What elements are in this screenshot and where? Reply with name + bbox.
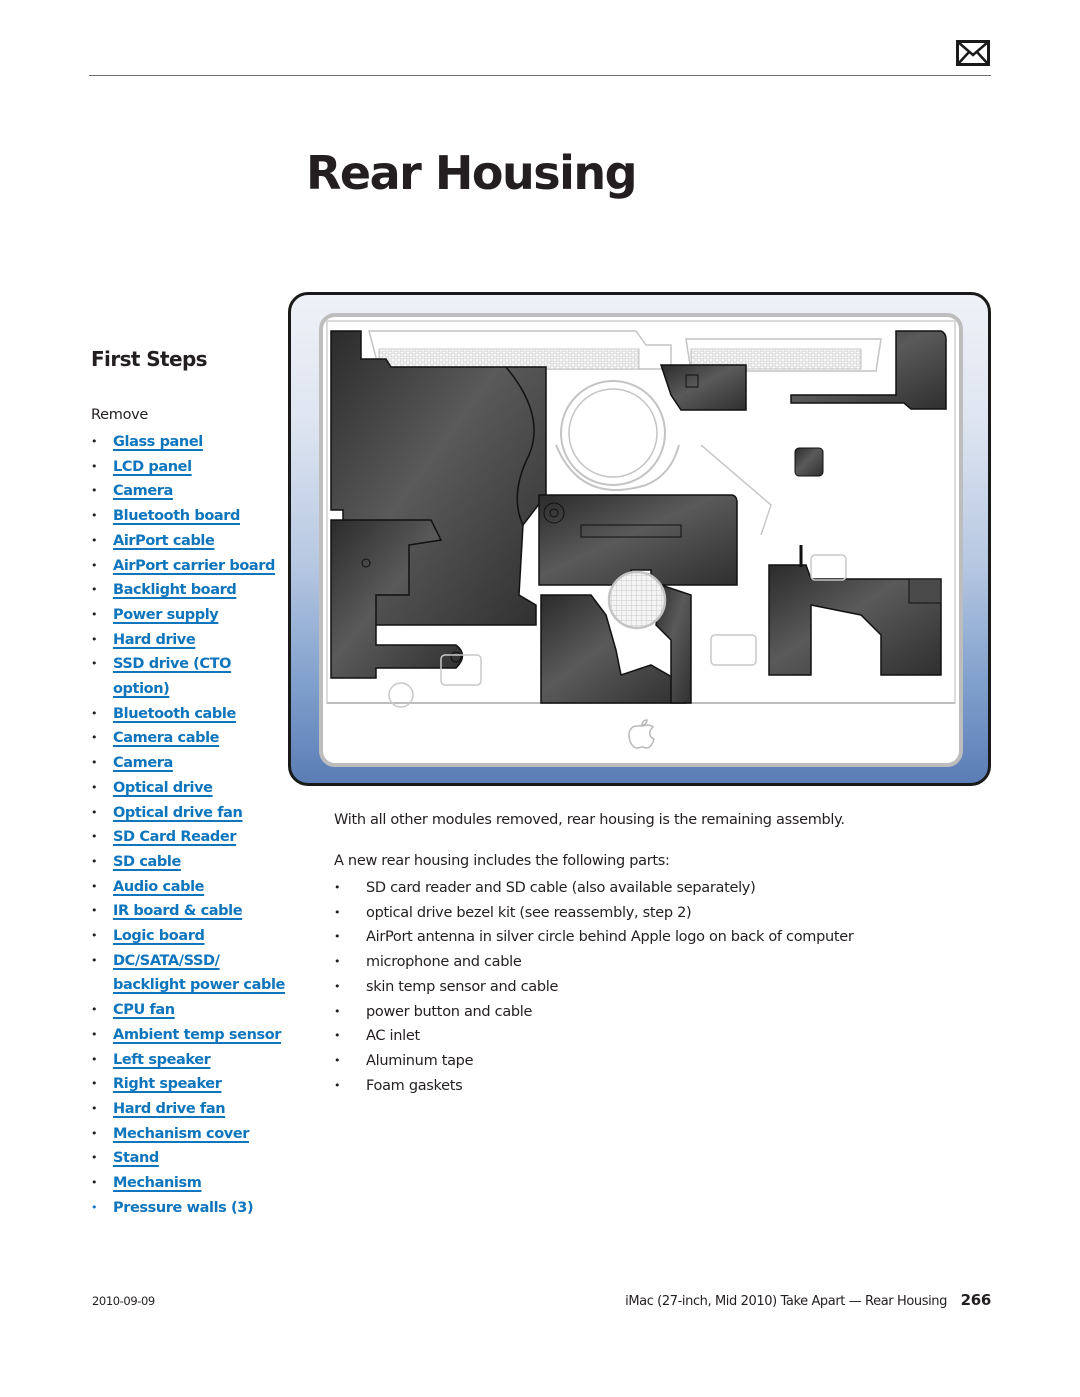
step-list-item: Audio cable (91, 875, 285, 900)
step-link[interactable]: Stand (113, 1150, 159, 1166)
step-list-item: Optical drive (91, 776, 285, 801)
step-link[interactable]: AirPort cable (113, 533, 215, 549)
step-link-continued[interactable]: backlight power cable (113, 977, 285, 993)
step-link[interactable]: Hard drive (113, 632, 196, 648)
step-link[interactable]: SD Card Reader (113, 829, 236, 845)
step-link[interactable]: Right speaker (113, 1076, 222, 1092)
part-list-item: microphone and cable (334, 950, 854, 975)
step-link[interactable]: Camera cable (113, 730, 220, 746)
step-list-item: IR board & cable (91, 899, 285, 924)
step-link[interactable]: Optical drive (113, 780, 213, 796)
parts-lead-text: A new rear housing includes the followin… (334, 853, 670, 869)
step-list-item: SD Card Reader (91, 825, 285, 850)
step-link[interactable]: IR board & cable (113, 903, 243, 919)
step-link[interactable]: Backlight board (113, 582, 237, 598)
step-list-item: Glass panel (91, 430, 285, 455)
remove-label: Remove (91, 407, 149, 423)
part-list-item: power button and cable (334, 1000, 854, 1025)
removal-steps-list: Glass panel LCD panel Camera Bluetooth boar… (91, 430, 285, 1221)
step-list-item: Camera (91, 751, 285, 776)
envelope-icon[interactable] (956, 40, 990, 66)
step-link-continued[interactable]: option) (113, 681, 170, 697)
step-list-item: Pressure walls (3) (91, 1196, 285, 1221)
intro-text: With all other modules removed, rear hou… (334, 812, 845, 828)
step-list-item: LCD panel (91, 455, 285, 480)
step-list-item: Power supply (91, 603, 285, 628)
step-link[interactable]: SSD drive (CTO (113, 656, 231, 672)
included-parts-list: SD card reader and SD cable (also availa… (334, 876, 854, 1098)
step-link[interactable]: Ambient temp sensor (113, 1027, 281, 1043)
part-list-item: skin temp sensor and cable (334, 975, 854, 1000)
step-link[interactable]: DC/SATA/SSD/ (113, 953, 220, 969)
footer-doc-title: iMac (27-inch, Mid 2010) Take Apart — Re… (625, 1294, 947, 1309)
step-link[interactable]: Bluetooth board (113, 508, 240, 524)
step-list-item: DC/SATA/SSD/backlight power cable (91, 949, 285, 998)
step-link[interactable]: Optical drive fan (113, 805, 243, 821)
page-title: Rear Housing (306, 146, 638, 200)
step-list-item: Left speaker (91, 1048, 285, 1073)
step-list-item: Ambient temp sensor (91, 1023, 285, 1048)
page-number: 266 (960, 1291, 992, 1309)
rear-housing-illustration (288, 292, 991, 786)
part-list-item: Aluminum tape (334, 1049, 854, 1074)
step-link[interactable]: Power supply (113, 607, 219, 623)
step-list-item: Camera cable (91, 726, 285, 751)
first-steps-heading: First Steps (91, 347, 208, 371)
step-list-item: SD cable (91, 850, 285, 875)
part-list-item: optical drive bezel kit (see reassembly,… (334, 901, 854, 926)
step-list-item: Mechanism cover (91, 1122, 285, 1147)
footer-date: 2010-09-09 (92, 1294, 155, 1308)
step-list-item: Hard drive (91, 628, 285, 653)
part-list-item: AC inlet (334, 1024, 854, 1049)
step-link[interactable]: Glass panel (113, 434, 203, 450)
step-link[interactable]: CPU fan (113, 1002, 175, 1018)
part-list-item: SD card reader and SD cable (also availa… (334, 876, 854, 901)
part-list-item: AirPort antenna in silver circle behind … (334, 925, 854, 950)
step-list-item: Right speaker (91, 1072, 285, 1097)
step-link[interactable]: Camera (113, 755, 173, 771)
step-link[interactable]: Audio cable (113, 879, 204, 895)
step-link[interactable]: Hard drive fan (113, 1101, 226, 1117)
step-list-item: SSD drive (CTO option) (91, 652, 285, 701)
step-list-item: Optical drive fan (91, 801, 285, 826)
part-list-item: Foam gaskets (334, 1074, 854, 1099)
step-link[interactable]: LCD panel (113, 459, 192, 475)
step-list-item: Hard drive fan (91, 1097, 285, 1122)
step-list-item: AirPort carrier board (91, 554, 285, 579)
step-list-item: Camera (91, 479, 285, 504)
step-list-item: Mechanism (91, 1171, 285, 1196)
step-link[interactable]: Logic board (113, 928, 205, 944)
right-sensor-block (794, 447, 824, 477)
step-list-item: AirPort cable (91, 529, 285, 554)
step-link[interactable]: Left speaker (113, 1052, 211, 1068)
header-rule (89, 75, 991, 76)
step-list-item: Bluetooth board (91, 504, 285, 529)
step-label: Pressure walls (3) (113, 1199, 254, 1216)
step-list-item: Backlight board (91, 578, 285, 603)
center-mesh-grille (607, 570, 667, 630)
step-link[interactable]: Camera (113, 483, 173, 499)
step-link[interactable]: AirPort carrier board (113, 558, 275, 574)
step-list-item: Logic board (91, 924, 285, 949)
step-link[interactable]: Mechanism (113, 1175, 202, 1191)
step-link[interactable]: SD cable (113, 854, 181, 870)
step-list-item: CPU fan (91, 998, 285, 1023)
rear-housing-drawing (319, 313, 963, 767)
step-link[interactable]: Bluetooth cable (113, 706, 236, 722)
step-link[interactable]: Mechanism cover (113, 1126, 249, 1142)
step-list-item: Stand (91, 1146, 285, 1171)
step-list-item: Bluetooth cable (91, 702, 285, 727)
